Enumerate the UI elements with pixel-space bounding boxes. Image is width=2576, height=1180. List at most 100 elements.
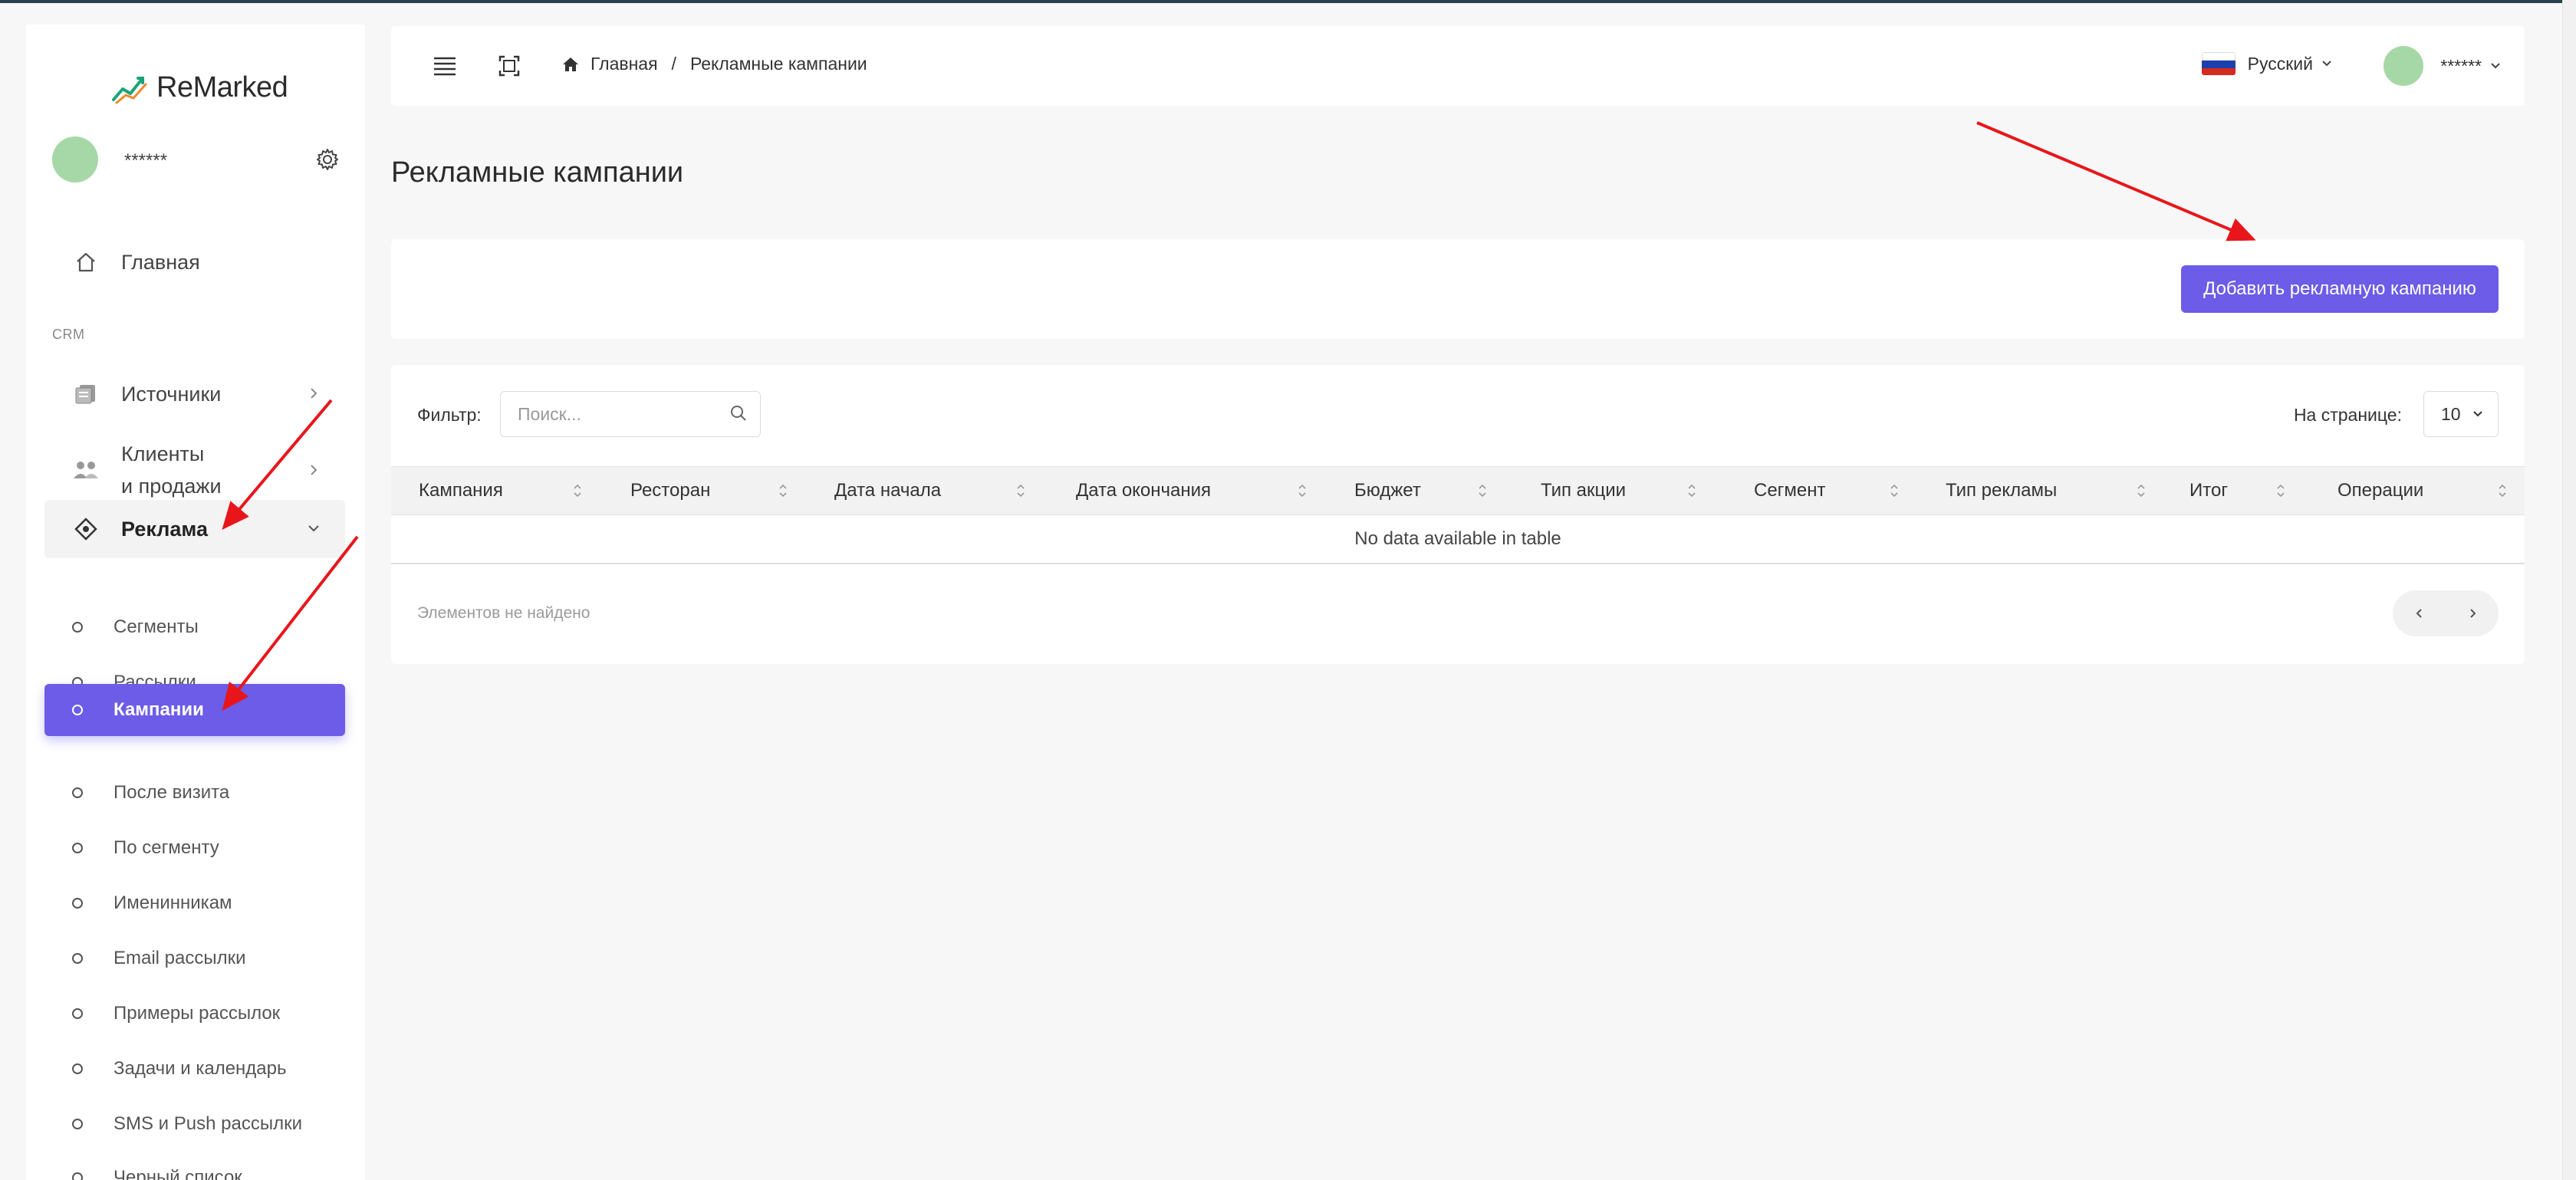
sidebar-item-label: Главная bbox=[121, 250, 200, 274]
per-page-value: 10 bbox=[2441, 403, 2461, 424]
avatar[interactable] bbox=[52, 136, 98, 182]
sidebar-subitem-examples[interactable]: Примеры рассылок bbox=[44, 988, 345, 1040]
chevron-down-icon bbox=[2491, 63, 2500, 69]
column-header[interactable]: Операции bbox=[2337, 467, 2514, 514]
logo-chart-icon bbox=[112, 77, 147, 104]
column-header[interactable]: Тип акции bbox=[1541, 467, 1740, 514]
column-label: Кампания bbox=[419, 480, 503, 501]
bullet-icon bbox=[72, 1172, 83, 1180]
scrollbar[interactable] bbox=[2562, 0, 2576, 1180]
add-campaign-button[interactable]: Добавить рекламную кампанию bbox=[2181, 265, 2499, 313]
sidebar-item-label: Реклама bbox=[121, 517, 208, 541]
per-page-label: На странице: bbox=[2293, 405, 2402, 425]
search-input[interactable] bbox=[501, 392, 723, 436]
column-label: Тип рекламы bbox=[1946, 480, 2058, 501]
logo[interactable]: ReMarked bbox=[110, 64, 288, 110]
next-page-button[interactable] bbox=[2464, 605, 2481, 622]
previous-page-button[interactable] bbox=[2411, 605, 2428, 622]
sidebar-subitem-by-segment[interactable]: По сегменту bbox=[44, 822, 345, 874]
page-title: Рекламные кампании bbox=[391, 156, 684, 189]
sidebar-subitem-label: SMS и Push рассылки bbox=[114, 1113, 302, 1134]
column-label: Операции bbox=[2337, 480, 2424, 501]
clients-label-line2: и продажи bbox=[121, 475, 222, 498]
sort-icon bbox=[574, 484, 581, 498]
chevron-right-icon bbox=[311, 465, 317, 475]
sidebar-subitem-label: Именинникам bbox=[114, 892, 232, 913]
sidebar-item-ads[interactable]: Реклама bbox=[44, 500, 345, 558]
column-header[interactable]: Кампания bbox=[419, 467, 610, 514]
column-header[interactable]: Дата начала bbox=[834, 467, 1049, 514]
language-selector[interactable]: Русский bbox=[2201, 52, 2333, 75]
menu-icon[interactable] bbox=[433, 55, 457, 77]
column-label: Тип акции bbox=[1541, 480, 1627, 501]
bullet-icon bbox=[72, 622, 83, 633]
sidebar-subitem-tasks[interactable]: Задачи и календарь bbox=[44, 1043, 345, 1095]
sidebar-subitem-label: Email рассылки bbox=[114, 948, 246, 968]
sidebar-user-name: ****** bbox=[124, 150, 168, 171]
bullet-icon bbox=[72, 705, 83, 715]
bullet-icon bbox=[72, 1008, 83, 1019]
home-icon bbox=[563, 57, 578, 71]
column-header[interactable]: Тип рекламы bbox=[1946, 467, 2176, 514]
sort-icon bbox=[1890, 484, 1898, 498]
bullet-icon bbox=[72, 1063, 83, 1074]
column-header[interactable]: Итог bbox=[2189, 467, 2343, 514]
language-label: Русский bbox=[2247, 53, 2313, 74]
breadcrumb-separator: / bbox=[671, 54, 676, 74]
window-top-border bbox=[0, 0, 2576, 3]
sidebar-subitem-label: Черный список bbox=[114, 1167, 242, 1180]
sidebar-subitem-after-visit[interactable]: После визита bbox=[44, 767, 345, 819]
sidebar: ReMarked ****** Главная CRM Источники Кл… bbox=[26, 25, 365, 1180]
sidebar-item-clients[interactable]: Клиенты и продажи bbox=[44, 434, 345, 506]
bullet-icon bbox=[72, 843, 83, 853]
bullet-icon bbox=[72, 898, 83, 909]
russia-flag-icon bbox=[2201, 52, 2235, 75]
sidebar-subitem-label: Сегменты bbox=[114, 616, 199, 637]
bullet-icon bbox=[72, 953, 83, 964]
sidebar-subitem-email[interactable]: Email рассылки bbox=[44, 932, 345, 984]
gear-icon[interactable] bbox=[315, 147, 340, 172]
table-info: Элементов не найдено bbox=[417, 604, 591, 622]
annotation-arrow bbox=[1976, 121, 2256, 242]
sidebar-subitem-birthdays[interactable]: Именинникам bbox=[44, 877, 345, 929]
sidebar-subitem-blacklist[interactable]: Черный список bbox=[44, 1152, 345, 1180]
sidebar-subitem-label: Кампании bbox=[114, 699, 204, 720]
table-header: Кампания Ресторан Дата начала Дата оконч… bbox=[391, 466, 2525, 515]
sidebar-item-label: Источники bbox=[121, 382, 222, 406]
user-menu[interactable]: ****** bbox=[2384, 46, 2502, 86]
search-field bbox=[500, 391, 761, 437]
column-label: Итог bbox=[2189, 480, 2229, 501]
actions-card: Добавить рекламную кампанию bbox=[391, 239, 2525, 339]
chevron-left-icon bbox=[2416, 609, 2422, 618]
sidebar-subitem-sms-push[interactable]: SMS и Push рассылки bbox=[44, 1098, 345, 1150]
per-page-select[interactable]: 10 bbox=[2423, 391, 2499, 437]
sidebar-subitem-label: После визита bbox=[114, 782, 230, 803]
header-user-name: ****** bbox=[2440, 55, 2482, 76]
sort-icon bbox=[2277, 484, 2285, 498]
sidebar-subitem-label: Примеры рассылок bbox=[114, 1003, 281, 1024]
chevron-down-icon bbox=[2472, 411, 2482, 417]
fullscreen-icon[interactable] bbox=[498, 55, 520, 77]
campaigns-table-card: Фильтр: На странице: 10 Кампания Рестора… bbox=[391, 365, 2525, 664]
users-icon bbox=[72, 456, 100, 484]
column-label: Сегмент bbox=[1754, 480, 1826, 501]
brand-name: ReMarked bbox=[156, 71, 288, 104]
sidebar-subitem-campaigns[interactable]: Кампании bbox=[44, 684, 345, 736]
column-header[interactable]: Ресторан bbox=[630, 467, 830, 514]
sidebar-item-label: Клиенты и продажи bbox=[121, 438, 222, 502]
column-header[interactable]: Дата окончания bbox=[1076, 467, 1367, 514]
chevron-right-icon bbox=[311, 388, 317, 399]
section-label-crm: CRM bbox=[52, 327, 85, 342]
chevron-down-icon bbox=[308, 525, 319, 532]
empty-table-message: No data available in table bbox=[391, 515, 2525, 564]
column-header[interactable]: Сегмент bbox=[1754, 467, 1953, 514]
breadcrumb-home-link[interactable]: Главная bbox=[591, 54, 658, 74]
column-label: Дата начала bbox=[834, 480, 942, 501]
pagination bbox=[2393, 590, 2499, 636]
sort-icon bbox=[2499, 484, 2506, 498]
column-header[interactable]: Бюджет bbox=[1354, 467, 1538, 514]
bullet-icon bbox=[72, 787, 83, 798]
sidebar-item-sources[interactable]: Источники bbox=[44, 365, 345, 423]
sidebar-item-home[interactable]: Главная bbox=[44, 233, 345, 291]
sidebar-subitem-segments[interactable]: Сегменты bbox=[44, 601, 345, 653]
